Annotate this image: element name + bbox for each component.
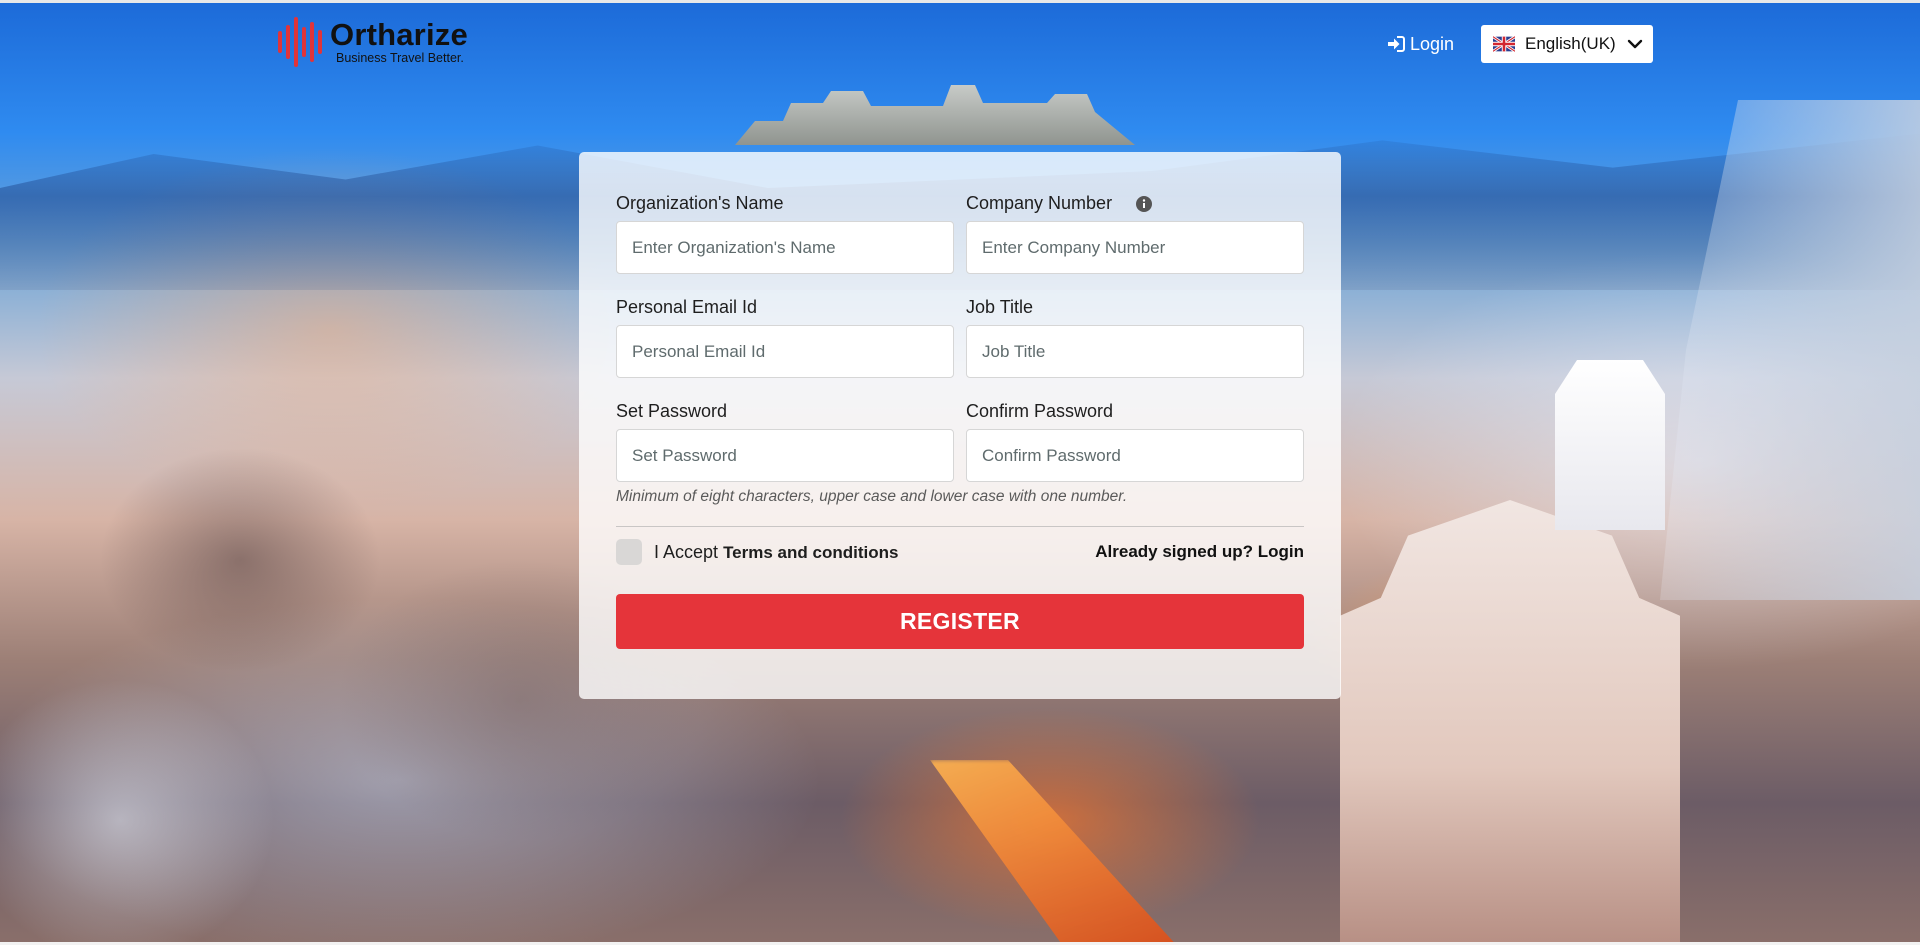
terms-link[interactable]: Terms and conditions bbox=[723, 543, 898, 562]
terms-accept-text: I Accept Terms and conditions bbox=[654, 540, 898, 564]
brand-logo[interactable]: Ortharize Business Travel Better. bbox=[278, 12, 468, 72]
password-hint: Minimum of eight characters, upper case … bbox=[616, 488, 1128, 505]
confirm-password-input[interactable] bbox=[966, 429, 1304, 482]
sign-in-icon bbox=[1388, 36, 1405, 52]
header-login-link[interactable]: Login bbox=[1387, 31, 1454, 57]
terms-checkbox[interactable] bbox=[616, 539, 642, 565]
registration-form: Organization's Name Company Number Perso… bbox=[579, 152, 1341, 699]
background-castle bbox=[735, 85, 1135, 145]
personal-email-input[interactable] bbox=[616, 325, 954, 378]
divider bbox=[616, 526, 1304, 527]
background-road bbox=[930, 760, 1190, 945]
set-password-label: Set Password bbox=[616, 401, 728, 421]
job-title-label: Job Title bbox=[966, 297, 1034, 317]
top-border bbox=[0, 0, 1920, 3]
brand-name: Ortharize bbox=[330, 17, 468, 53]
background-tower bbox=[1555, 360, 1665, 530]
already-signed-up-login-link[interactable]: Already signed up? Login bbox=[1095, 540, 1304, 564]
logo-bars-icon bbox=[278, 14, 322, 70]
header-login-label: Login bbox=[1410, 33, 1455, 54]
background-church bbox=[1340, 500, 1680, 945]
set-password-input[interactable] bbox=[616, 429, 954, 482]
company-number-input[interactable] bbox=[966, 221, 1304, 274]
register-button[interactable]: REGISTER bbox=[616, 594, 1304, 649]
brand-tagline: Business Travel Better. bbox=[336, 51, 464, 66]
chevron-down-icon bbox=[1627, 39, 1643, 49]
company-number-label: Company Number bbox=[966, 193, 1113, 213]
job-title-input[interactable] bbox=[966, 325, 1304, 378]
info-icon[interactable] bbox=[1136, 196, 1152, 212]
confirm-password-label: Confirm Password bbox=[966, 401, 1114, 421]
organization-name-label: Organization's Name bbox=[616, 193, 784, 213]
organization-name-input[interactable] bbox=[616, 221, 954, 274]
language-label: English(UK) bbox=[1525, 34, 1616, 53]
personal-email-label: Personal Email Id bbox=[616, 297, 758, 317]
language-select[interactable]: English(UK) bbox=[1481, 25, 1653, 63]
uk-flag-icon bbox=[1493, 35, 1515, 53]
accept-prefix: I Accept bbox=[654, 542, 719, 562]
